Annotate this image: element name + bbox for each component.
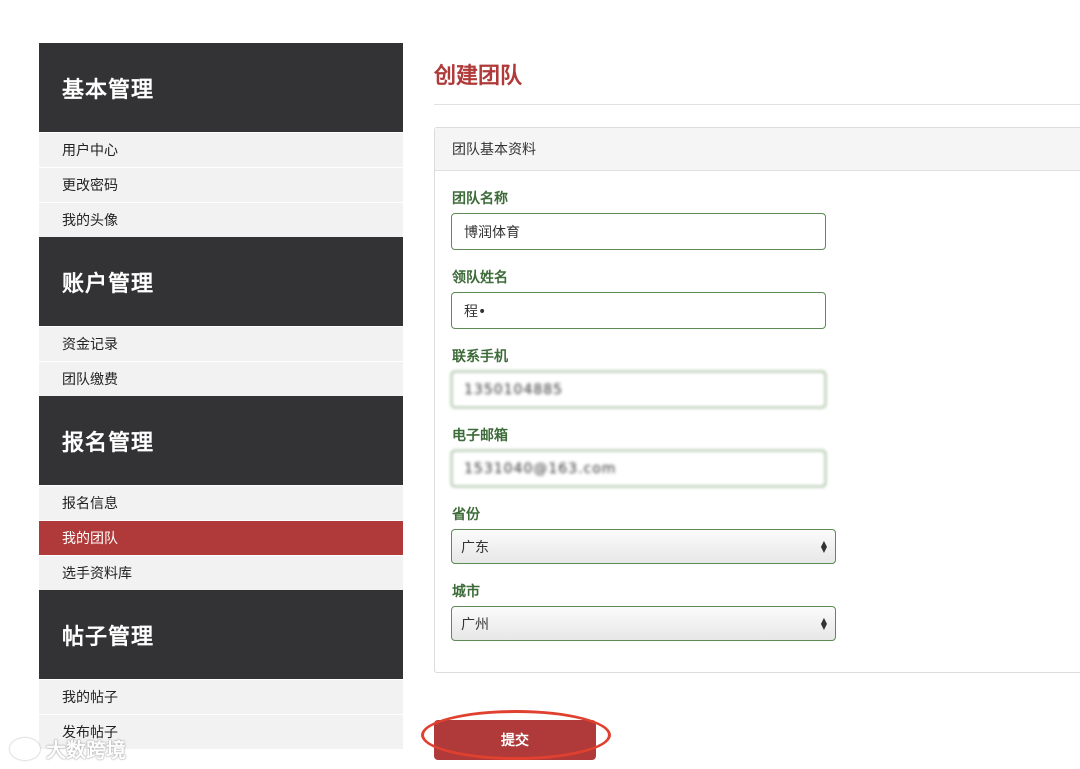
team-name-input[interactable]	[451, 213, 826, 250]
sidebar-item-my-team[interactable]: 我的团队	[39, 520, 403, 555]
select-arrows-icon: ▲ ▼	[820, 538, 827, 554]
page-title: 创建团队	[434, 64, 523, 89]
phone-input[interactable]	[451, 371, 826, 408]
team-info-panel: 团队基本资料 团队名称 领队姓名 联系手机 电子邮箱 省份 广东 ▲▼ 城市 广…	[434, 127, 1080, 673]
sidebar-item-player-database[interactable]: 选手资料库	[39, 555, 403, 590]
province-select-value: 广东	[461, 539, 489, 556]
city-label: 城市	[452, 584, 480, 600]
sidebar-item-my-posts[interactable]: 我的帖子	[39, 679, 403, 714]
email-input[interactable]	[451, 450, 826, 487]
province-label: 省份	[452, 507, 480, 523]
sidebar-item-team-payment[interactable]: 团队缴费	[39, 361, 403, 396]
team-name-label: 团队名称	[452, 191, 508, 207]
panel-title: 团队基本资料	[435, 128, 1080, 171]
watermark-text: 大数跨境	[46, 738, 126, 762]
sidebar-item-change-password[interactable]: 更改密码	[39, 167, 403, 202]
submit-button[interactable]: 提交	[434, 720, 596, 760]
watermark: 大数跨境	[10, 734, 126, 763]
city-select-value: 广州	[461, 616, 489, 633]
select-arrows-icon: ▲ ▼	[820, 615, 827, 631]
section-header-posts: 帖子管理	[39, 590, 403, 679]
title-divider	[434, 104, 1080, 105]
city-select[interactable]: 广州 ▲ ▼	[451, 606, 836, 641]
sidebar-item-user-center[interactable]: 用户中心	[39, 132, 403, 167]
watermark-logo-icon	[10, 737, 40, 760]
leader-name-input[interactable]	[451, 292, 826, 329]
section-header-registration: 报名管理	[39, 396, 403, 485]
leader-name-label: 领队姓名	[452, 270, 508, 286]
email-label: 电子邮箱	[452, 428, 508, 444]
sidebar-item-registration-info[interactable]: 报名信息	[39, 485, 403, 520]
sidebar: 基本管理 用户中心 更改密码 我的头像 账户管理 资金记录 团队缴费 报名管理 …	[39, 43, 403, 749]
section-header-basic: 基本管理	[39, 43, 403, 132]
phone-label: 联系手机	[452, 349, 508, 365]
sidebar-item-my-avatar[interactable]: 我的头像	[39, 202, 403, 237]
section-header-account: 账户管理	[39, 237, 403, 326]
sidebar-item-fund-records[interactable]: 资金记录	[39, 326, 403, 361]
province-select[interactable]: 广东 ▲ ▼	[451, 529, 836, 564]
